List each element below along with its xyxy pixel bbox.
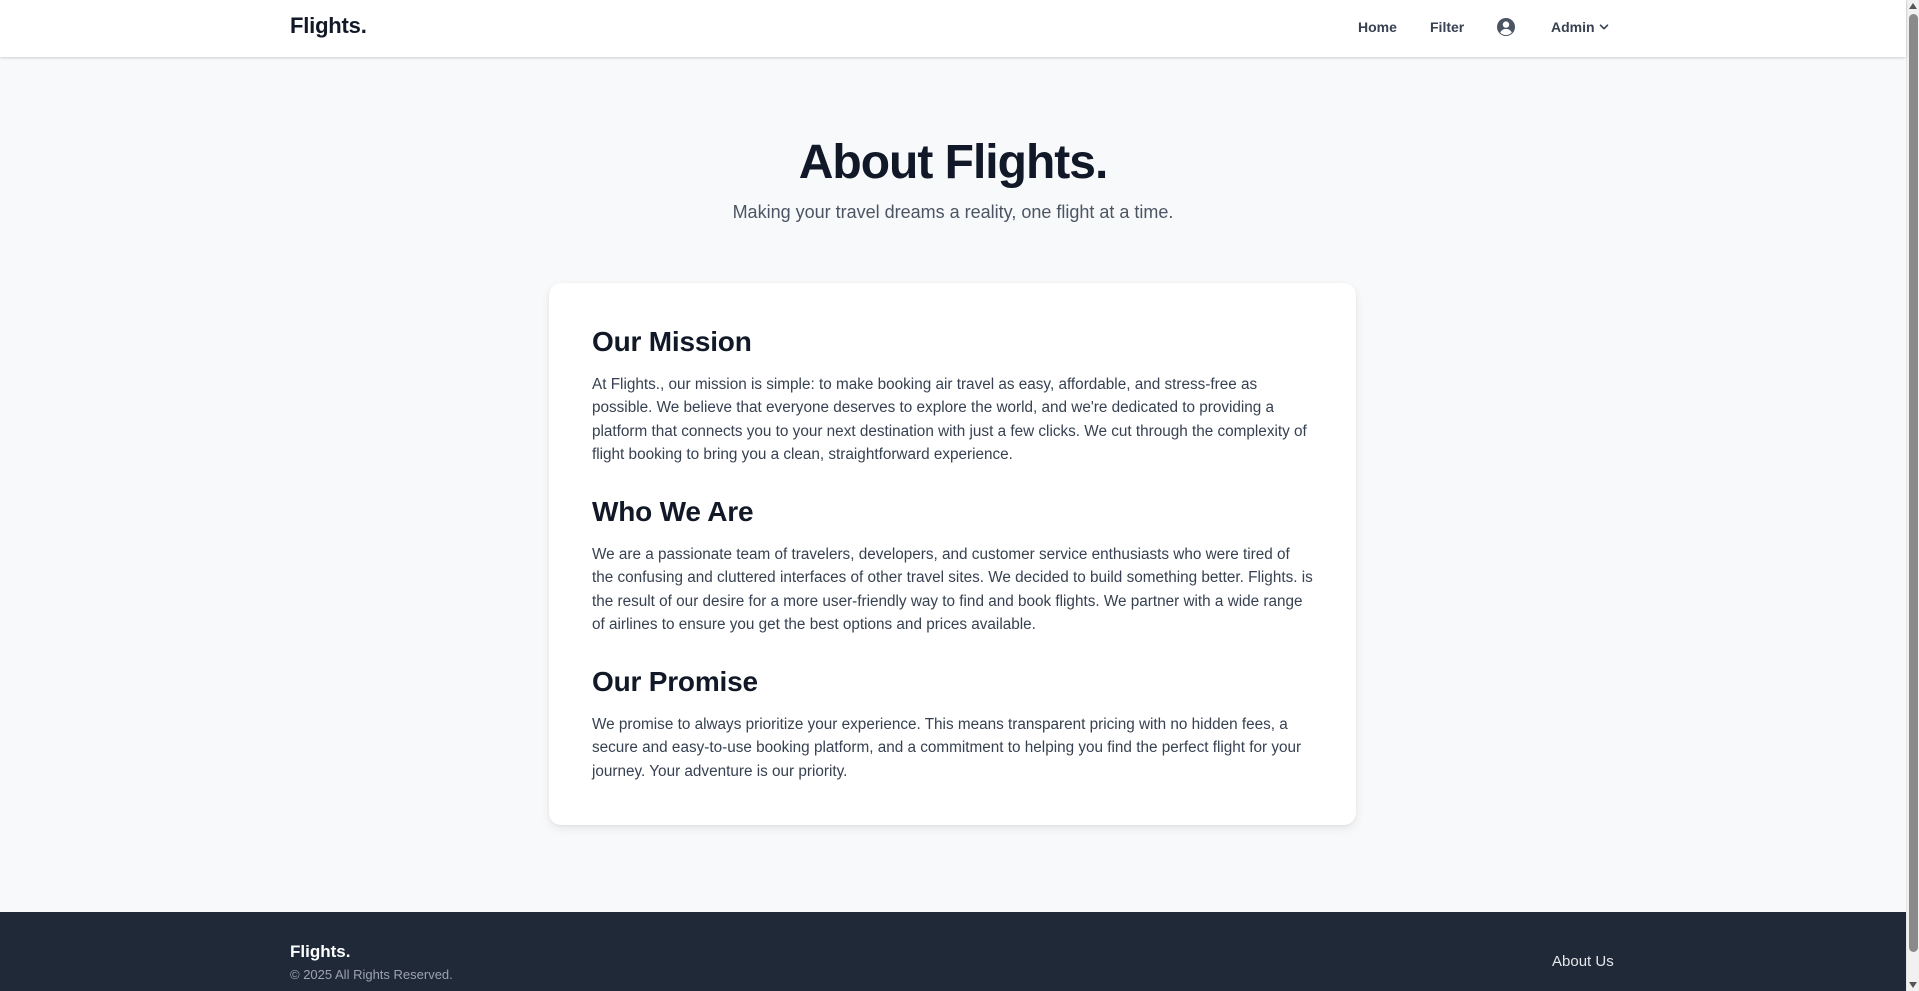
section-heading-promise: Our Promise bbox=[592, 665, 758, 697]
top-navbar: Flights. Home Filter Admin bbox=[0, 0, 1906, 57]
section-body-mission: At Flights., our mission is simple: to m… bbox=[592, 375, 1307, 464]
about-card: Our Mission At Flights., our mission is … bbox=[549, 283, 1356, 825]
footer-brand: Flights. bbox=[290, 942, 351, 961]
page-subtitle: Making your travel dreams a reality, one… bbox=[732, 202, 1174, 222]
footer-copyright: © 2025 All Rights Reserved. bbox=[290, 967, 453, 982]
page-title: About Flights. bbox=[798, 136, 1109, 189]
footer-about-link[interactable]: About Us bbox=[1552, 953, 1614, 970]
scroll-down-arrow-icon[interactable] bbox=[1909, 982, 1917, 988]
admin-dropdown[interactable]: Admin bbox=[1551, 19, 1610, 35]
section-heading-who-we-are: Who We Are bbox=[592, 495, 754, 527]
user-circle-icon[interactable] bbox=[1496, 17, 1516, 37]
nav-home-link[interactable]: Home bbox=[1358, 19, 1397, 35]
scrollbar-thumb[interactable] bbox=[1909, 14, 1918, 952]
section-heading-mission: Our Mission bbox=[592, 326, 752, 357]
admin-label: Admin bbox=[1551, 19, 1595, 35]
chevron-down-icon bbox=[1599, 24, 1608, 30]
footer: Flights. © 2025 All Rights Reserved. Abo… bbox=[0, 912, 1906, 991]
scroll-up-arrow-icon[interactable] bbox=[1909, 3, 1917, 9]
brand-logo[interactable]: Flights. bbox=[290, 13, 367, 39]
section-body-promise: We promise to always prioritize your exp… bbox=[592, 715, 1302, 780]
section-body-who-we-are: We are a passionate team of travelers, d… bbox=[592, 545, 1313, 634]
vertical-scrollbar[interactable] bbox=[1906, 0, 1919, 991]
nav-filter-link[interactable]: Filter bbox=[1430, 19, 1464, 35]
